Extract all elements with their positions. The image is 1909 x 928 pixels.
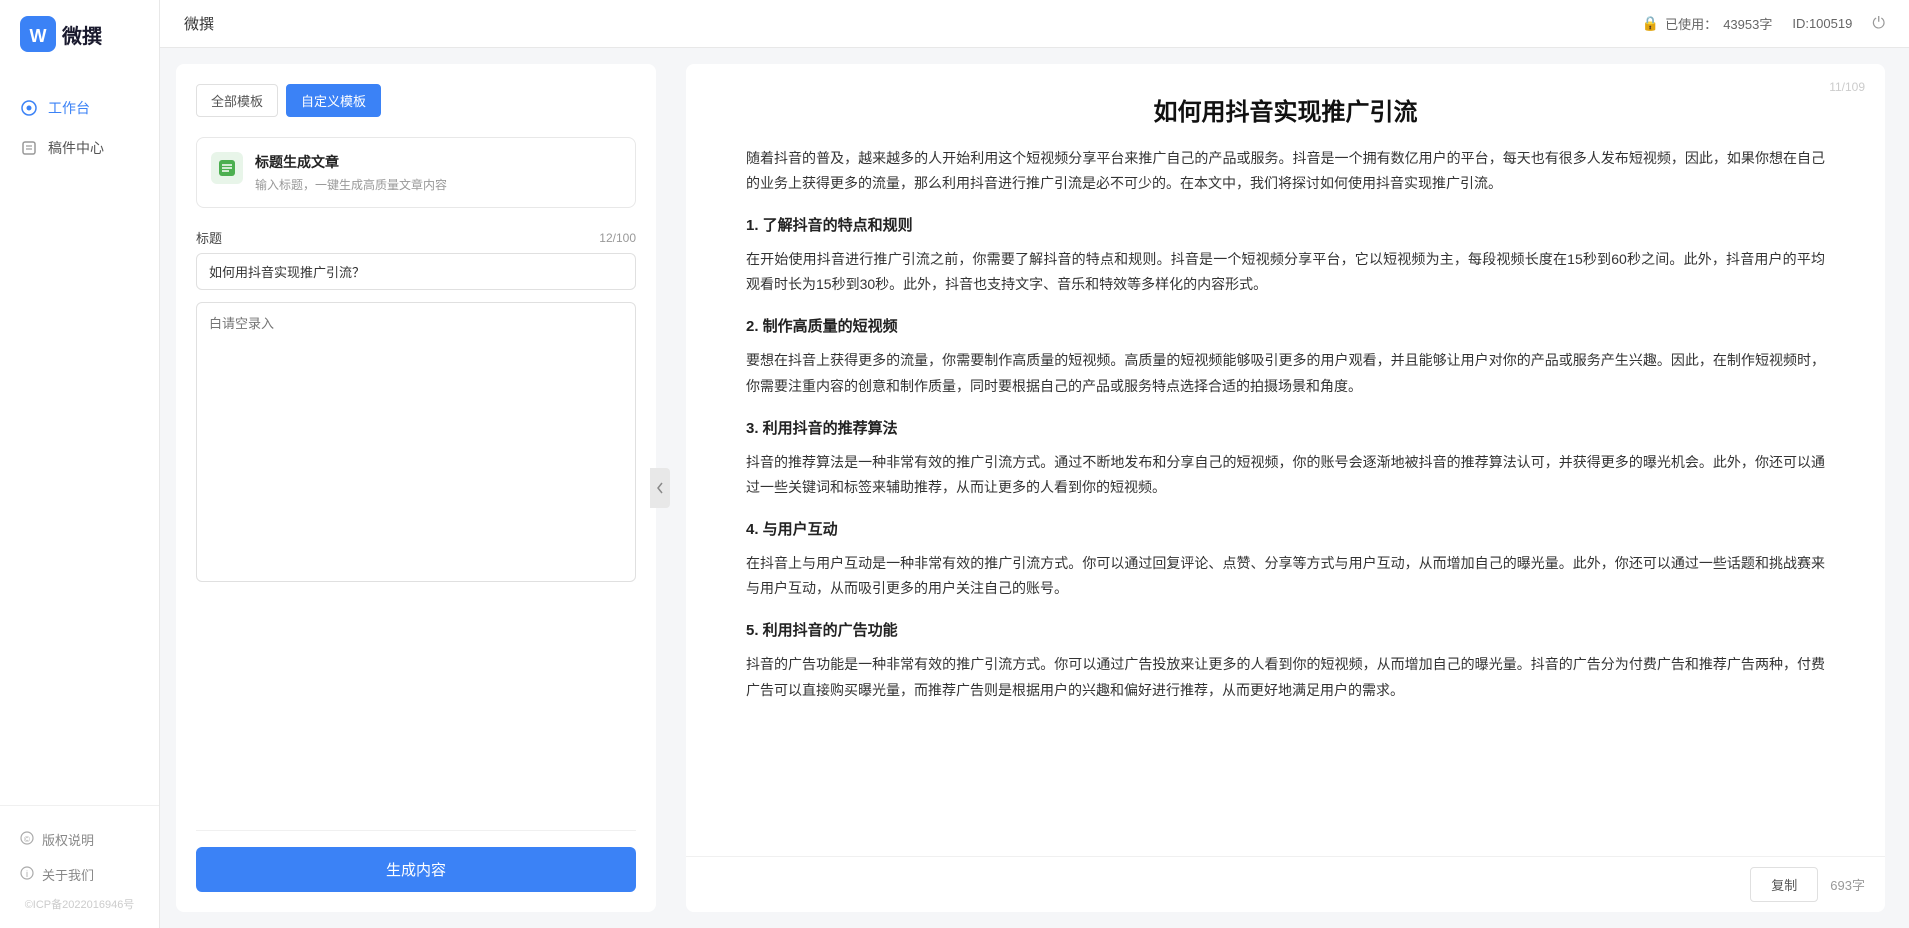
- article-paragraph: 抖音的推荐算法是一种非常有效的推广引流方式。通过不断地发布和分享自己的短视频，你…: [746, 450, 1825, 500]
- content-area: 全部模板 自定义模板 标题生成文章 输入标题，一键生成高质量文章内容: [160, 48, 1909, 928]
- drafts-icon: [20, 139, 38, 157]
- left-panel-bottom: 生成内容: [196, 814, 636, 892]
- usage-icon: 🔒: [1642, 15, 1659, 32]
- article-content: 随着抖音的普及，越来越多的人开始利用这个短视频分享平台来推广自己的产品或服务。抖…: [686, 146, 1885, 912]
- title-input[interactable]: [196, 253, 636, 290]
- logo-text: 微撰: [62, 20, 102, 49]
- template-card-icon: [211, 152, 243, 184]
- sidebar-footer: © 版权说明 i 关于我们 ©ICP备2022016946号: [0, 805, 159, 928]
- sidebar-item-workbench-label: 工作台: [48, 98, 90, 118]
- title-char-count: 12/100: [599, 231, 636, 245]
- section-heading: 1. 了解抖音的特点和规则: [746, 212, 1825, 239]
- right-panel-footer: 复制 693字: [686, 856, 1885, 912]
- tab-custom-templates[interactable]: 自定义模板: [286, 84, 381, 117]
- form-section: 标题 12/100: [196, 228, 636, 814]
- header: 微撰 🔒 已使用： 43953字 ID:100519 ⏻: [160, 0, 1909, 48]
- about-label: 关于我们: [42, 865, 94, 884]
- tab-all-templates[interactable]: 全部模板: [196, 84, 278, 117]
- section-heading: 2. 制作高质量的短视频: [746, 313, 1825, 340]
- main-area: 微撰 🔒 已使用： 43953字 ID:100519 ⏻ 全部模板 自定义模板: [160, 0, 1909, 928]
- workbench-icon: [20, 99, 38, 117]
- article-paragraph: 随着抖音的普及，越来越多的人开始利用这个短视频分享平台来推广自己的产品或服务。抖…: [746, 146, 1825, 196]
- article-paragraph: 在抖音上与用户互动是一种非常有效的推广引流方式。你可以通过回复评论、点赞、分享等…: [746, 551, 1825, 601]
- sidebar-item-copyright[interactable]: © 版权说明: [0, 822, 159, 857]
- sidebar-item-drafts[interactable]: 稿件中心: [0, 128, 159, 168]
- svg-text:©: ©: [24, 835, 30, 844]
- template-card-title: 标题生成文章: [255, 152, 621, 172]
- section-heading: 3. 利用抖音的推荐算法: [746, 415, 1825, 442]
- page-indicator: 11/109: [1829, 80, 1865, 94]
- header-title: 微撰: [184, 13, 214, 34]
- sidebar-item-workbench[interactable]: 工作台: [0, 88, 159, 128]
- title-field-label: 标题 12/100: [196, 228, 636, 247]
- header-right: 🔒 已使用： 43953字 ID:100519 ⏻: [1642, 14, 1885, 33]
- usage-prefix: 已使用：: [1665, 14, 1717, 33]
- article-paragraph: 抖音的广告功能是一种非常有效的推广引流方式。你可以通过广告投放来让更多的人看到你…: [746, 652, 1825, 702]
- header-usage: 🔒 已使用： 43953字: [1642, 14, 1773, 33]
- sidebar: W 微撰 工作台 稿件中心: [0, 0, 160, 928]
- svg-text:W: W: [30, 26, 47, 46]
- template-tabs: 全部模板 自定义模板: [196, 84, 636, 117]
- about-icon: i: [20, 866, 34, 883]
- template-card[interactable]: 标题生成文章 输入标题，一键生成高质量文章内容: [196, 137, 636, 208]
- copyright-label: 版权说明: [42, 830, 94, 849]
- article-paragraph: 要想在抖音上获得更多的流量，你需要制作高质量的短视频。高质量的短视频能够吸引更多…: [746, 348, 1825, 398]
- panel-divider: [196, 830, 636, 831]
- sidebar-nav: 工作台 稿件中心: [0, 68, 159, 805]
- section-heading: 4. 与用户互动: [746, 516, 1825, 543]
- logo-area: W 微撰: [0, 0, 159, 68]
- usage-value: 43953字: [1723, 14, 1772, 33]
- copyright-icon: ©: [20, 831, 34, 848]
- generate-button[interactable]: 生成内容: [196, 847, 636, 892]
- copy-button[interactable]: 复制: [1750, 867, 1818, 902]
- power-icon[interactable]: ⏻: [1872, 15, 1885, 33]
- icp-text: ©ICP备2022016946号: [0, 892, 159, 920]
- content-textarea[interactable]: [196, 302, 636, 582]
- sidebar-item-about[interactable]: i 关于我们: [0, 857, 159, 892]
- article-paragraph: 在开始使用抖音进行推广引流之前，你需要了解抖音的特点和规则。抖音是一个短视频分享…: [746, 247, 1825, 297]
- svg-text:i: i: [26, 869, 28, 879]
- article-title: 如何用抖音实现推广引流: [746, 96, 1825, 130]
- right-panel: 11/109 如何用抖音实现推广引流 随着抖音的普及，越来越多的人开始利用这个短…: [686, 64, 1885, 912]
- section-heading: 5. 利用抖音的广告功能: [746, 617, 1825, 644]
- sidebar-item-drafts-label: 稿件中心: [48, 138, 104, 158]
- logo-icon: W: [20, 16, 56, 52]
- article-header: 如何用抖音实现推广引流: [686, 64, 1885, 146]
- collapse-arrow[interactable]: [650, 468, 670, 508]
- left-panel: 全部模板 自定义模板 标题生成文章 输入标题，一键生成高质量文章内容: [176, 64, 656, 912]
- template-card-info: 标题生成文章 输入标题，一键生成高质量文章内容: [255, 152, 621, 193]
- word-count: 693字: [1830, 875, 1865, 894]
- header-id: ID:100519: [1792, 16, 1852, 31]
- template-card-desc: 输入标题，一键生成高质量文章内容: [255, 176, 621, 193]
